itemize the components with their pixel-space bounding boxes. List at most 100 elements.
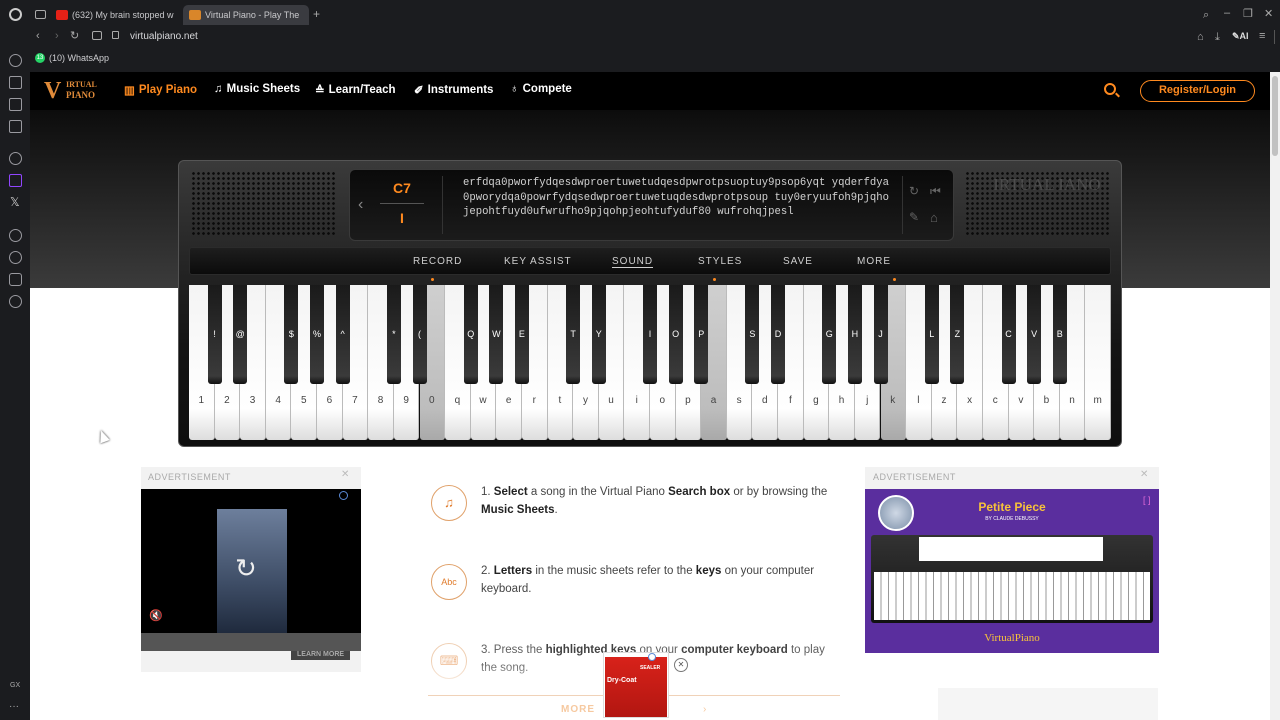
key-label: f [788, 395, 792, 406]
new-tab-button[interactable]: + [313, 7, 320, 21]
left-ad: ADVERTISEMENT ✕ ↻ 🔇 LEARN MORE [141, 467, 361, 672]
more-chevron-icon: › [703, 704, 707, 715]
nav-instruments[interactable]: ✐ Instruments [414, 83, 493, 97]
ad-close-icon[interactable]: ✕ [341, 469, 349, 480]
virtual-piano-favicon-icon [189, 10, 201, 20]
chatgpt-icon[interactable] [9, 152, 22, 165]
restore-icon[interactable]: ❐ [1243, 8, 1253, 20]
close-window-icon[interactable]: ✕ [1264, 8, 1273, 20]
nav-music-sheets[interactable]: ♫ Music Sheets [214, 83, 300, 95]
lock-icon[interactable] [112, 31, 119, 39]
black-key[interactable]: Q [463, 285, 478, 384]
mute-icon[interactable]: 🔇 [149, 609, 163, 622]
ad-creative[interactable]: Petite Piece BY CLAUDE DEBUSSY [ ] Virtu… [865, 489, 1159, 653]
ad-info-icon[interactable] [339, 491, 348, 500]
black-key[interactable]: @ [233, 285, 248, 384]
key-assist-button[interactable]: KEY ASSIST [504, 256, 572, 267]
shopping-icon[interactable] [9, 76, 22, 89]
logo-line1: IRTUAL [66, 80, 97, 89]
ai-label: AI [1239, 31, 1249, 41]
black-key[interactable]: O [668, 285, 683, 384]
black-key[interactable]: T [566, 285, 581, 384]
settings-icon[interactable] [9, 295, 22, 308]
black-key[interactable]: L [924, 285, 939, 384]
black-key[interactable]: Y [591, 285, 606, 384]
tab-youtube[interactable]: (632) My brain stopped w [56, 5, 174, 25]
styles-button[interactable]: STYLES [698, 256, 742, 267]
reload-icon[interactable]: ↻ [70, 30, 79, 42]
back-icon[interactable]: ‹ [36, 30, 40, 42]
nav-compete[interactable]: ♁ Compete [510, 83, 572, 95]
black-key[interactable]: W [489, 285, 504, 384]
black-key[interactable]: Z [950, 285, 965, 384]
edit-icon[interactable]: ✎ [909, 210, 919, 224]
save-button[interactable]: SAVE [783, 256, 813, 267]
black-key[interactable]: P [694, 285, 709, 384]
record-button[interactable]: RECORD [413, 256, 462, 267]
ad-close-icon[interactable]: ✕ [1140, 469, 1148, 480]
minimize-icon[interactable]: – [1224, 7, 1230, 19]
display-back-icon[interactable]: ‹ [358, 196, 363, 214]
history-icon[interactable] [9, 251, 22, 264]
more-button[interactable]: MORE [857, 256, 891, 267]
address-bar[interactable]: virtualpiano.net [130, 31, 198, 42]
extensions-sidebar-icon[interactable] [9, 273, 22, 286]
twitch-icon[interactable] [9, 174, 22, 187]
black-key[interactable]: B [1052, 285, 1067, 384]
player-icon[interactable] [9, 229, 22, 242]
white-key[interactable]: m [1085, 285, 1111, 440]
black-key[interactable]: G [822, 285, 837, 384]
black-key[interactable]: I [643, 285, 657, 384]
pinboard-icon[interactable] [9, 98, 22, 111]
bottom-ad-close-icon[interactable]: ✕ [674, 658, 688, 672]
forward-icon[interactable]: › [55, 30, 59, 42]
more-link[interactable]: MORE [561, 704, 595, 715]
black-key[interactable]: * [386, 285, 401, 384]
black-key[interactable]: H [847, 285, 862, 384]
black-key[interactable]: ! [207, 285, 222, 384]
black-key[interactable]: E [514, 285, 529, 384]
home-icon[interactable]: ⌂ [930, 210, 938, 225]
speed-dial-icon[interactable] [9, 54, 22, 67]
bottom-ad[interactable]: Dry-Coat SEALER [603, 652, 669, 718]
search-tabs-icon[interactable]: ⌕ [1203, 9, 1209, 21]
black-key[interactable]: ( [412, 285, 427, 384]
black-key[interactable]: ^ [335, 285, 350, 384]
black-key[interactable]: C [1001, 285, 1016, 384]
page-content: V IRTUAL PIANO ▥ Play Piano ♫ Music Sheets… [30, 72, 1270, 720]
register-login-button[interactable]: Register/Login [1140, 80, 1255, 102]
replay-ad-icon[interactable]: ↻ [235, 553, 257, 584]
aria-ai-button[interactable]: ✎AI [1232, 31, 1249, 42]
black-key[interactable]: D [771, 285, 786, 384]
opera-logo-icon[interactable] [9, 8, 22, 21]
nav-play-piano[interactable]: ▥ Play Piano [124, 83, 197, 97]
extensions-icon[interactable]: ⌂ [1197, 31, 1204, 43]
m-app-icon[interactable] [9, 120, 22, 133]
more-dots-icon[interactable]: ··· [9, 701, 19, 712]
replay-icon[interactable]: ↻ [909, 184, 919, 198]
bottom-ad-info-icon[interactable] [648, 653, 656, 661]
black-key[interactable]: V [1027, 285, 1042, 384]
bookmark-whatsapp[interactable]: 13 (10) WhatsApp [35, 53, 109, 63]
sound-button[interactable]: SOUND [612, 256, 654, 268]
x-icon[interactable]: 𝕏 [10, 195, 20, 209]
skip-start-icon[interactable]: ⏮ [930, 184, 941, 199]
download-icon[interactable]: ⤓ [1215, 31, 1220, 43]
key-label: L [929, 329, 935, 339]
ad-video[interactable]: ↻ 🔇 LEARN MORE [141, 489, 361, 660]
tab-virtual-piano[interactable]: Virtual Piano - Play The [183, 5, 309, 25]
menu-icon[interactable]: ≡ [1259, 30, 1265, 42]
black-key[interactable]: % [310, 285, 325, 384]
ad-expand-icon[interactable]: [ ] [1143, 495, 1151, 505]
black-key[interactable]: $ [284, 285, 299, 384]
key-label: 8 [377, 395, 384, 406]
page-scrollbar[interactable] [1270, 72, 1280, 720]
site-logo[interactable]: V IRTUAL PIANO [36, 77, 104, 105]
black-key[interactable]: S [745, 285, 760, 384]
black-key[interactable]: J [873, 285, 888, 384]
easy-setup-icon[interactable] [92, 31, 102, 40]
key-label: H [851, 329, 859, 339]
scrollbar-thumb[interactable] [1272, 76, 1278, 156]
tab-overview-icon[interactable] [35, 10, 46, 19]
nav-learn-teach[interactable]: ≙ Learn/Teach [315, 83, 396, 97]
